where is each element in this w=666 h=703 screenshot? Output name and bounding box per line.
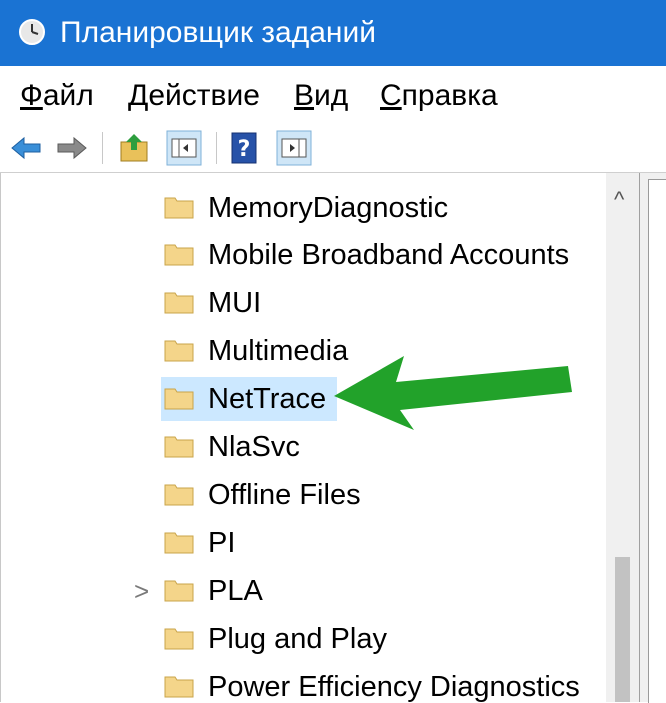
menu-view-accel: В — [294, 79, 315, 112]
show-hide-console-tree-icon[interactable] — [166, 130, 202, 166]
folder-icon — [164, 628, 194, 650]
help-icon[interactable]: ? — [226, 130, 262, 166]
tree-item-label: Mobile Broadband Accounts — [208, 239, 570, 271]
toolbar: ? — [0, 124, 666, 173]
folder-icon — [164, 388, 194, 410]
folder-icon — [164, 292, 194, 314]
menu-action-accel: Д — [128, 79, 149, 112]
chevron-right-icon[interactable]: > — [134, 578, 149, 604]
toolbar-separator — [102, 132, 103, 164]
toolbar-separator — [216, 132, 217, 164]
window-title: Планировщик заданий — [60, 16, 376, 49]
menu-help-accel: С — [380, 79, 402, 112]
tree-item-label: MemoryDiagnostic — [208, 192, 449, 224]
tree-item-mobile-broadband-accounts[interactable]: Mobile Broadband Accounts — [1, 232, 607, 278]
folder-icon — [164, 532, 194, 554]
tree-item-label: NlaSvc — [208, 431, 300, 463]
forward-arrow-icon[interactable] — [54, 130, 90, 166]
folder-icon — [164, 244, 194, 266]
tree-item-plug-and-play[interactable]: Plug and Play — [1, 616, 607, 662]
tree-item-pi[interactable]: PI — [1, 520, 607, 566]
folder-icon — [164, 340, 194, 362]
tree-item-power-efficiency-diagnostics[interactable]: Power Efficiency Diagnostics — [1, 664, 607, 702]
scrollbar-thumb[interactable] — [615, 557, 630, 702]
tree-item-mui[interactable]: MUI — [1, 280, 607, 326]
scroll-up-icon[interactable]: ^ — [614, 187, 624, 213]
tree-item-pla[interactable]: > PLA — [1, 568, 607, 614]
console-tree: MemoryDiagnostic Mobile Broadband Accoun… — [0, 173, 607, 702]
tree-item-label: Plug and Play — [208, 623, 387, 655]
back-arrow-icon[interactable] — [8, 130, 44, 166]
results-pane-inner — [648, 179, 666, 703]
svg-text:?: ? — [238, 137, 251, 162]
up-folder-icon[interactable] — [116, 130, 152, 166]
folder-icon — [164, 197, 194, 219]
tree-item-label: Offline Files — [208, 479, 361, 511]
menu-help[interactable]: Справка — [380, 78, 498, 114]
menu-file[interactable]: Файл — [20, 78, 94, 114]
menu-help-label: правка — [401, 79, 498, 112]
tree-item-label: PI — [208, 527, 236, 559]
menu-action[interactable]: Действие — [128, 78, 260, 114]
tree-item-label: Power Efficiency Diagnostics — [208, 671, 580, 702]
tree-item-label: Multimedia — [208, 335, 349, 367]
tree-item-memorydiagnostic[interactable]: MemoryDiagnostic — [1, 185, 607, 231]
tree-item-label: MUI — [208, 287, 262, 319]
clock-icon — [19, 19, 45, 45]
show-hide-action-pane-icon[interactable] — [276, 130, 312, 166]
tree-item-label: PLA — [208, 575, 263, 607]
folder-icon — [164, 484, 194, 506]
menu-view-label: ид — [314, 79, 349, 112]
menu-bar: Файл Действие Вид Справка — [0, 66, 666, 125]
folder-icon — [164, 676, 194, 698]
menu-action-label: ействие — [148, 79, 260, 112]
menu-file-label: айл — [42, 79, 94, 112]
vertical-scrollbar[interactable]: ^ — [606, 173, 639, 702]
title-bar: Планировщик заданий — [0, 0, 666, 66]
menu-view[interactable]: Вид — [294, 78, 348, 114]
tree-item-offline-files[interactable]: Offline Files — [1, 472, 607, 518]
menu-file-accel: Ф — [20, 79, 43, 112]
folder-icon — [164, 436, 194, 458]
tree-item-label: NetTrace — [208, 383, 327, 415]
results-pane — [639, 173, 666, 703]
folder-icon — [164, 580, 194, 602]
green-arrow-annotation — [334, 356, 572, 430]
